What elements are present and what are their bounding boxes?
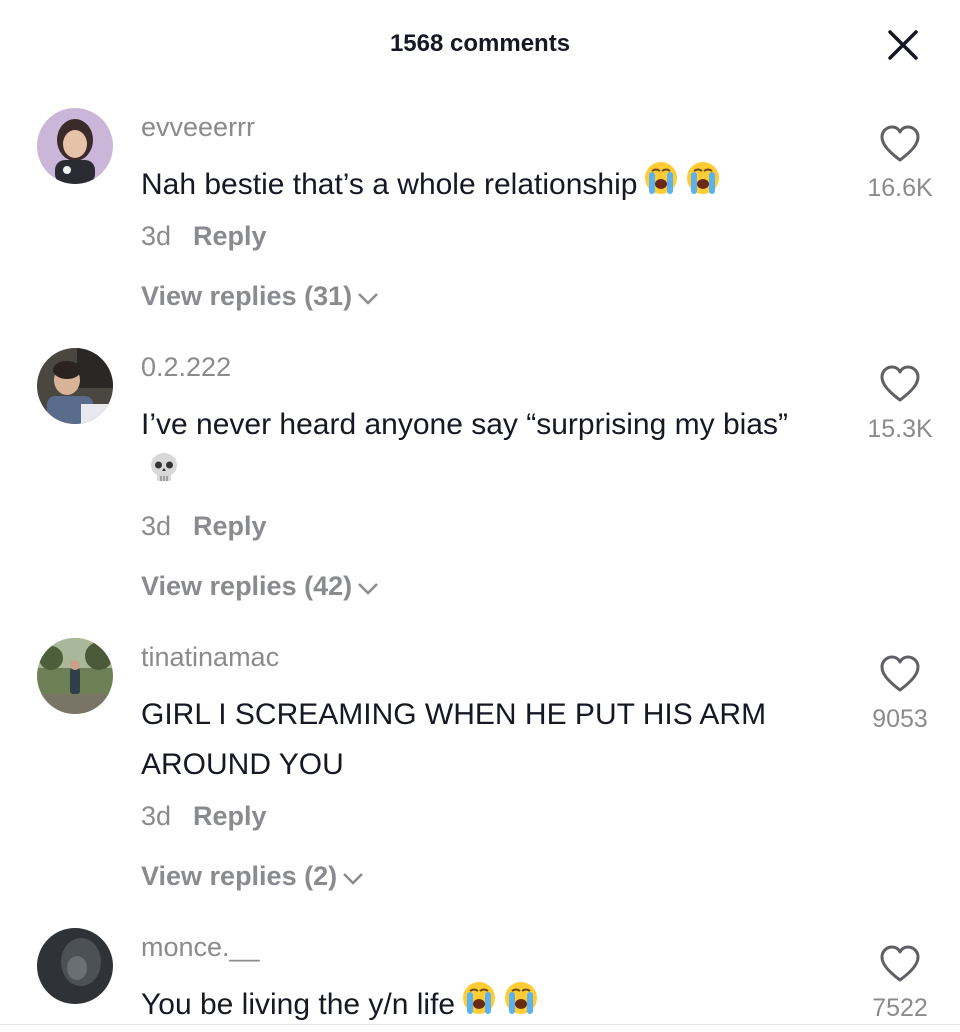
comment-item: tinatinamac GIRL I SCREAMING WHEN HE PUT… — [0, 530, 960, 891]
heart-icon — [880, 125, 920, 162]
comment-item: monce.__ You be living the y/n life 7522 — [0, 820, 960, 1028]
comment-text: GIRL I SCREAMING WHEN HE PUT HIS ARM ARO… — [141, 690, 821, 790]
like-button[interactable] — [862, 364, 938, 409]
comment-text: I’ve never heard anyone say “surprising … — [141, 400, 821, 501]
comment-text: Nah bestie that’s a whole relationship — [141, 160, 821, 212]
like-button[interactable] — [862, 944, 938, 989]
heart-icon — [880, 945, 920, 982]
loudly-crying-face-icon — [643, 160, 679, 212]
like-count: 15.3K — [867, 415, 933, 443]
comment-item: 0.2.222 I’ve never heard anyone say “sur… — [0, 240, 960, 601]
like-count: 7522 — [872, 994, 928, 1022]
comment-text-body: You be living the y/n life — [141, 988, 456, 1021]
loudly-crying-face-icon — [685, 160, 721, 212]
comment-username[interactable]: evveeerrr — [141, 112, 255, 143]
like-button[interactable] — [862, 654, 938, 699]
like-button[interactable] — [862, 124, 938, 169]
avatar[interactable] — [37, 348, 113, 424]
comment-text-body: GIRL I SCREAMING WHEN HE PUT HIS ARM ARO… — [141, 698, 767, 781]
heart-icon — [880, 365, 920, 402]
heart-icon — [880, 655, 920, 692]
comment-username[interactable]: 0.2.222 — [141, 352, 231, 383]
like-count: 16.6K — [867, 174, 933, 202]
comment-text-body: I’ve never heard anyone say “surprising … — [141, 408, 788, 441]
comment-username[interactable]: tinatinamac — [141, 642, 279, 673]
avatar[interactable] — [37, 928, 113, 1004]
avatar[interactable] — [37, 108, 113, 184]
like-count: 9053 — [872, 705, 928, 733]
avatar[interactable] — [37, 638, 113, 714]
skull-icon — [147, 451, 181, 501]
comment-username[interactable]: monce.__ — [141, 932, 260, 963]
divider — [0, 1024, 960, 1025]
comment-text-body: Nah bestie that’s a whole relationship — [141, 168, 638, 201]
